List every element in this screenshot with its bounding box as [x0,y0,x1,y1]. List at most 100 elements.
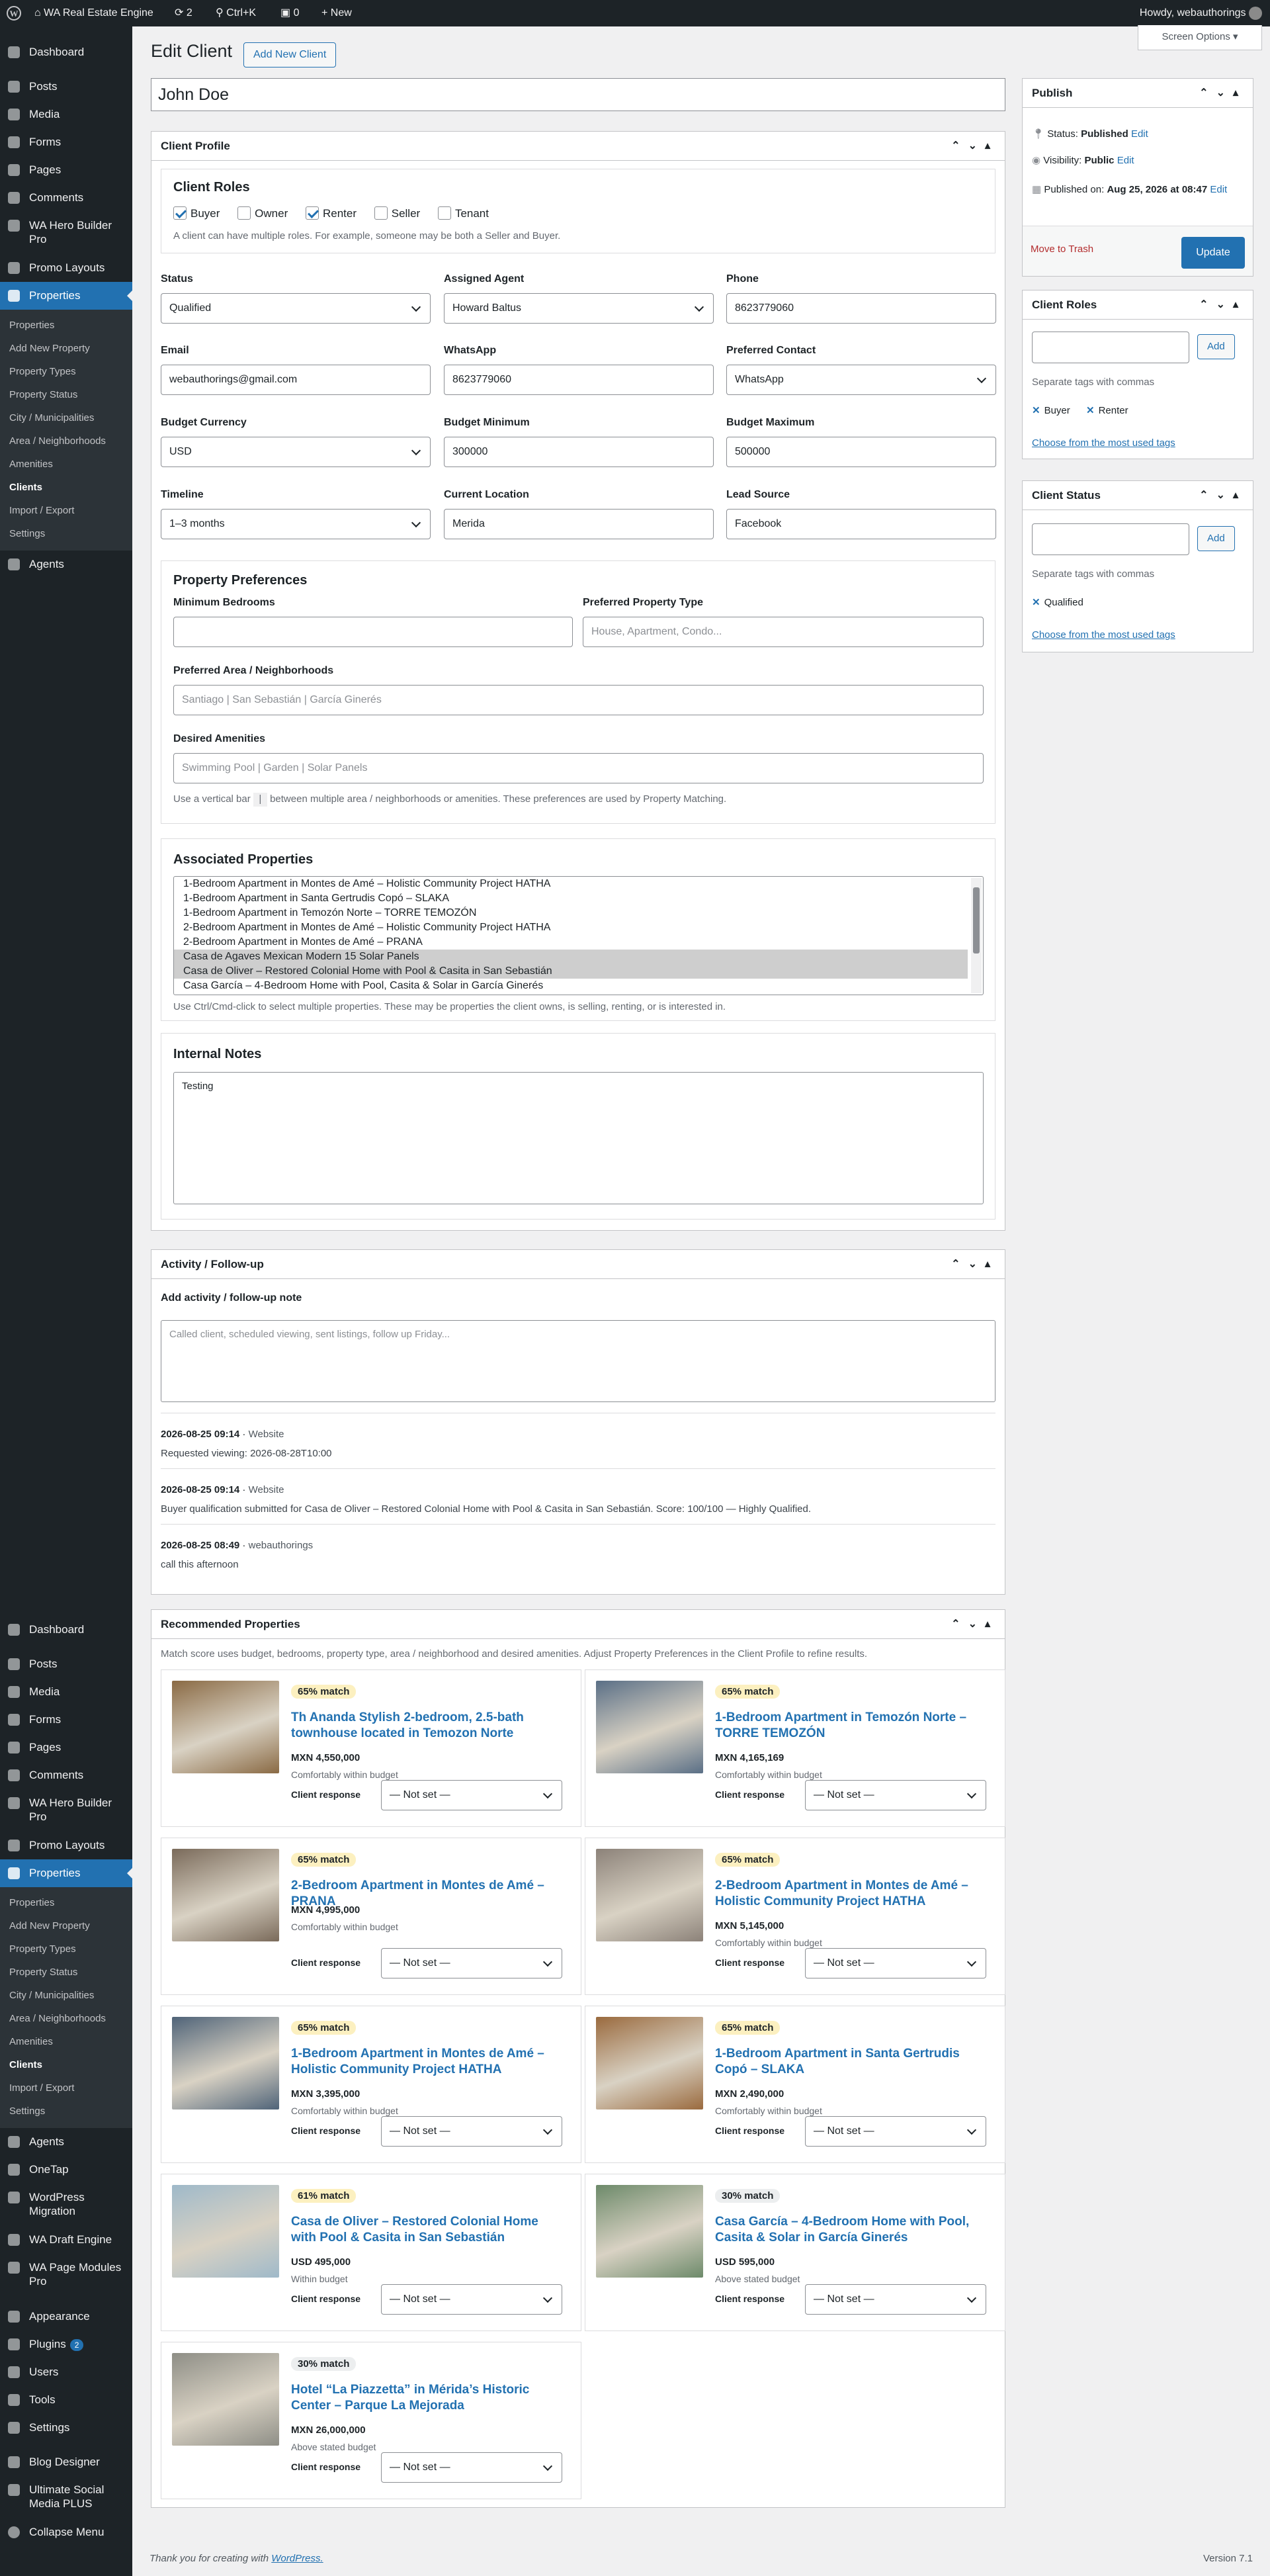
client-response-select[interactable]: — Not set — [381,2452,562,2483]
menu-tools[interactable]: Tools [0,2386,132,2414]
submenu-add-new-property[interactable]: Add New Property [0,337,132,360]
remove-tag-icon[interactable]: ✕ [1086,405,1095,416]
property-option[interactable]: 2-Bedroom Apartment in Montes de Amé – H… [174,920,968,935]
submenu-clients[interactable]: Clients [0,476,132,499]
menu-wa-draft-engine[interactable]: WA Draft Engine [0,2226,132,2254]
activity-note-textarea[interactable]: Called client, scheduled viewing, sent l… [161,1320,995,1402]
submenu-property-types[interactable]: Property Types [0,1937,132,1961]
edit-date-link[interactable]: Edit [1210,184,1227,195]
listbox-scrollbar[interactable] [971,878,982,993]
property-thumbnail[interactable] [172,2353,279,2446]
property-thumbnail[interactable] [596,1681,703,1773]
menu-agents[interactable]: Agents [0,551,132,578]
amenities-input[interactable]: Swimming Pool | Garden | Solar Panels [173,753,984,783]
submenu-import-export[interactable]: Import / Export [0,499,132,522]
property-option-selected[interactable]: Casa de Agaves Mexican Modern 15 Solar P… [174,950,968,964]
email-input[interactable]: webauthorings@gmail.com [161,365,431,395]
menu-wa-hero-builder[interactable]: WA Hero Builder Pro [0,212,132,254]
menu-appearance[interactable]: Appearance [0,2303,132,2331]
menu-forms[interactable]: Forms [0,1706,132,1734]
preferred-area-input[interactable]: Santiago | San Sebastián | García Gineré… [173,685,984,715]
property-option[interactable]: 1-Bedroom Apartment in Santa Gertrudis C… [174,891,968,906]
property-option[interactable]: 1-Bedroom Apartment in Montes de Amé – H… [174,877,968,891]
property-thumbnail[interactable] [172,1849,279,1941]
property-thumbnail[interactable] [172,2017,279,2110]
submenu-property-types[interactable]: Property Types [0,360,132,383]
submenu-properties[interactable]: Properties [0,314,132,337]
property-title-link[interactable]: 1-Bedroom Apartment in Santa Gertrudis C… [715,2046,986,2078]
tag-qualified[interactable]: ✕ Qualified [1032,596,1083,608]
property-title-link[interactable]: Casa García – 4-Bedroom Home with Pool, … [715,2214,986,2246]
search-link[interactable]: ⚲ Ctrl+K [216,0,256,26]
role-tenant[interactable]: Tenant [437,206,489,220]
checkbox[interactable] [437,206,451,220]
budget-max-input[interactable]: 500000 [726,437,996,467]
menu-blog-designer[interactable]: Blog Designer [0,2448,132,2476]
property-option[interactable]: Casa García – 4-Bedroom Home with Pool, … [174,979,968,993]
property-thumbnail[interactable] [596,1849,703,1941]
scrollbar-thumb[interactable] [973,887,980,954]
menu-ultimate-social[interactable]: Ultimate Social Media PLUS [0,2476,132,2518]
checkbox[interactable] [305,206,319,220]
most-used-tags-link[interactable]: Choose from the most used tags [1032,437,1175,449]
menu-agents[interactable]: Agents [0,2128,132,2156]
submenu-property-status[interactable]: Property Status [0,1961,132,1984]
update-button[interactable]: Update [1181,237,1245,269]
screen-options-button[interactable]: Screen Options ▾ [1138,25,1262,50]
submenu-add-new-property[interactable]: Add New Property [0,1914,132,1937]
recommended-header[interactable]: Recommended Properties ⌃⌄▴ [151,1610,1005,1639]
property-title-link[interactable]: Hotel “La Piazzetta” in Mérida’s Histori… [291,2382,562,2414]
menu-promo-layouts[interactable]: Promo Layouts [0,254,132,282]
wordpress-link[interactable]: WordPress. [271,2553,323,2564]
client-response-select[interactable]: — Not set — [381,1948,562,1978]
phone-input[interactable]: 8623779060 [726,293,996,324]
submenu-settings[interactable]: Settings [0,2100,132,2123]
checkbox[interactable] [237,206,251,220]
submenu-clients[interactable]: Clients [0,2053,132,2076]
tag-renter[interactable]: ✕ Renter [1086,404,1128,416]
remove-tag-icon[interactable]: ✕ [1032,405,1040,416]
submenu-property-status[interactable]: Property Status [0,383,132,406]
menu-posts[interactable]: Posts [0,73,132,101]
menu-comments[interactable]: Comments [0,184,132,212]
checkbox[interactable] [173,206,187,220]
associated-properties-listbox[interactable]: 1-Bedroom Apartment in Montes de Amé – H… [173,876,984,995]
property-title-link[interactable]: Casa de Oliver – Restored Colonial Home … [291,2214,562,2246]
submenu-properties[interactable]: Properties [0,1891,132,1914]
menu-collapse[interactable]: Collapse Menu [0,2518,132,2546]
submenu-area[interactable]: Area / Neighborhoods [0,2007,132,2030]
client-status-tag-input[interactable] [1032,523,1189,555]
client-response-select[interactable]: — Not set — [805,1780,986,1810]
menu-properties[interactable]: Properties [0,1859,132,1887]
property-thumbnail[interactable] [172,2185,279,2278]
edit-status-link[interactable]: Edit [1131,128,1148,140]
remove-tag-icon[interactable]: ✕ [1032,597,1040,608]
checkbox[interactable] [374,206,388,220]
location-input[interactable]: Merida [444,509,714,539]
comments-link[interactable]: ▣ 0 [280,0,299,26]
menu-dashboard[interactable]: Dashboard [0,1616,132,1644]
publish-header[interactable]: Publish ⌃⌄▴ [1023,79,1253,108]
menu-promo-layouts[interactable]: Promo Layouts [0,1832,132,1859]
menu-comments[interactable]: Comments [0,1761,132,1789]
activity-header[interactable]: Activity / Follow-up ⌃⌄▴ [151,1250,1005,1279]
client-status-box-header[interactable]: Client Status ⌃⌄▴ [1023,481,1253,510]
property-title-link[interactable]: 1-Bedroom Apartment in Montes de Amé – H… [291,2046,562,2078]
role-renter[interactable]: Renter [305,206,357,220]
box-controls[interactable]: ⌃⌄▴ [951,1250,998,1279]
property-option-selected[interactable]: Casa de Oliver – Restored Colonial Home … [174,964,968,979]
submenu-city[interactable]: City / Municipalities [0,406,132,429]
property-title-link[interactable]: 2-Bedroom Apartment in Montes de Amé – H… [715,1878,986,1910]
client-response-select[interactable]: — Not set — [805,1948,986,1978]
menu-pages[interactable]: Pages [0,1734,132,1761]
client-roles-tag-input[interactable] [1032,332,1189,363]
menu-wa-page-modules[interactable]: WA Page Modules Pro [0,2254,132,2296]
menu-settings[interactable]: Settings [0,2414,132,2442]
add-role-button[interactable]: Add [1197,334,1235,359]
client-roles-box-header[interactable]: Client Roles ⌃⌄▴ [1023,290,1253,320]
submenu-city[interactable]: City / Municipalities [0,1984,132,2007]
wordpress-logo-icon[interactable]: W [7,0,21,26]
client-response-select[interactable]: — Not set — [805,2116,986,2147]
role-owner[interactable]: Owner [237,206,288,220]
client-response-select[interactable]: — Not set — [805,2284,986,2315]
